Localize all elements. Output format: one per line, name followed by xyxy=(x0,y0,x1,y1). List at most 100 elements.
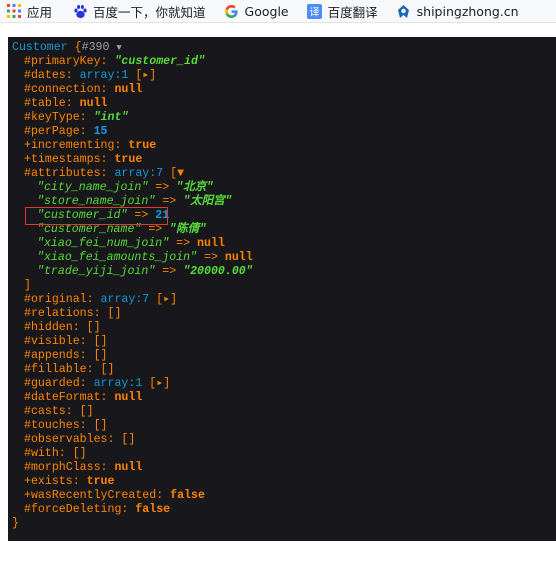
attribute-row: "customer_name" => "陈倩" xyxy=(12,223,253,237)
separator: : xyxy=(58,447,73,460)
property-row: #touches: [] xyxy=(12,419,253,433)
attribute-key: "trade_yiji_join" xyxy=(37,265,156,278)
separator: : xyxy=(100,167,115,180)
separator: : xyxy=(121,503,136,516)
expand-toggle-icon[interactable]: [▸] xyxy=(156,293,177,306)
var-dump-panel: Customer {#390 ▼ #primaryKey: "customer_… xyxy=(8,37,556,541)
separator: : xyxy=(65,405,80,418)
property-key: +exists xyxy=(24,475,73,488)
property-value: [] xyxy=(93,419,108,432)
array-note: array:1 xyxy=(93,377,143,390)
bookmark-label: 应用 xyxy=(27,4,53,20)
property-row: #forceDeleting: false xyxy=(12,503,253,517)
property-value: 15 xyxy=(93,125,108,138)
open-brace: { xyxy=(74,41,82,54)
site-logo-icon xyxy=(396,3,412,19)
separator: : xyxy=(79,419,94,432)
property-value: [] xyxy=(93,335,108,348)
separator: => xyxy=(169,237,198,250)
property-value: [] xyxy=(72,447,87,460)
separator: : xyxy=(93,307,108,320)
property-key: #fillable xyxy=(24,363,87,376)
expand-toggle-icon[interactable]: [▸] xyxy=(135,69,156,82)
attribute-row: "trade_yiji_join" => "20000.00" xyxy=(12,265,253,279)
attribute-key: "city_name_join" xyxy=(37,181,149,194)
apps-grid-icon xyxy=(6,3,22,19)
translate-icon: 译 xyxy=(307,3,323,19)
attributes-close: ] xyxy=(24,279,31,292)
property-key: #dates xyxy=(24,69,66,82)
property-key: #forceDeleting xyxy=(24,503,122,516)
property-key: #primaryKey xyxy=(24,55,101,68)
bookmark-google[interactable]: Google xyxy=(218,0,295,22)
property-value: "int" xyxy=(93,111,129,124)
separator: : xyxy=(65,97,80,110)
property-key: #relations xyxy=(24,307,94,320)
attribute-row: "city_name_join" => "北京" xyxy=(12,181,253,195)
property-value: "customer_id" xyxy=(114,55,205,68)
expand-toggle-icon[interactable]: [▼ xyxy=(170,167,184,180)
separator: : xyxy=(79,335,94,348)
separator: : xyxy=(79,125,94,138)
property-key: #perPage xyxy=(24,125,80,138)
property-value: null xyxy=(114,461,143,474)
property-key: #with xyxy=(24,447,59,460)
bookmark-label: shipingzhong.cn xyxy=(416,3,519,19)
property-value: false xyxy=(170,489,205,502)
property-row: #dates: array:1 [▸] xyxy=(12,69,253,83)
separator: : xyxy=(114,139,129,152)
separator: : xyxy=(72,475,87,488)
property-key: #observables xyxy=(24,433,108,446)
collapse-toggle-icon[interactable]: ▼ xyxy=(116,43,121,53)
property-value: null xyxy=(114,391,143,404)
property-row: +incrementing: true xyxy=(12,139,253,153)
property-row: #dateFormat: null xyxy=(12,391,253,405)
separator: : xyxy=(100,83,115,96)
bookmark-label: 百度翻译 xyxy=(327,4,378,20)
property-key: #morphClass xyxy=(24,461,101,474)
property-row: #guarded: array:1 [▸] xyxy=(12,377,253,391)
attribute-key: "xiao_fei_num_join" xyxy=(37,237,170,250)
property-value: "北京" xyxy=(176,181,214,194)
separator: : xyxy=(107,433,122,446)
property-row: #hidden: [] xyxy=(12,321,253,335)
separator: : xyxy=(65,69,80,82)
property-row: #keyType: "int" xyxy=(12,111,253,125)
property-key: +timestamps xyxy=(24,153,101,166)
property-row: #observables: [] xyxy=(12,433,253,447)
attribute-row: "xiao_fei_num_join" => null xyxy=(12,237,253,251)
separator: : xyxy=(100,391,115,404)
property-key: #keyType xyxy=(24,111,80,124)
attribute-key: "xiao_fei_amounts_join" xyxy=(37,251,198,264)
property-key: #connection xyxy=(24,83,101,96)
array-note: array:1 xyxy=(79,69,129,82)
google-g-icon xyxy=(224,3,240,19)
bookmark-label: 百度一下，你就知道 xyxy=(93,4,206,20)
bookmark-baidu-translate[interactable]: 译 百度翻译 xyxy=(301,0,384,22)
property-value: null xyxy=(114,83,143,96)
property-value: true xyxy=(114,153,143,166)
property-value: null xyxy=(224,251,253,264)
property-key: #attributes xyxy=(24,167,101,180)
property-key: +wasRecentlyCreated xyxy=(24,489,157,502)
property-row: #perPage: 15 xyxy=(12,125,253,139)
svg-text:译: 译 xyxy=(310,6,320,18)
property-value: false xyxy=(135,503,171,516)
close-brace: } xyxy=(12,517,19,530)
property-value: [] xyxy=(121,433,136,446)
array-note: array:7 xyxy=(114,167,164,180)
property-value: [] xyxy=(79,405,94,418)
property-value: true xyxy=(86,475,115,488)
property-value: [] xyxy=(93,349,108,362)
property-row: #original: array:7 [▸] xyxy=(12,293,253,307)
highlight-box xyxy=(25,207,168,225)
bookmark-apps[interactable]: 应用 xyxy=(0,0,58,22)
property-key: #hidden xyxy=(24,321,73,334)
expand-toggle-icon[interactable]: [▸] xyxy=(149,377,170,390)
property-value: true xyxy=(128,139,157,152)
property-key: #table xyxy=(24,97,66,110)
bookmark-baidu[interactable]: 百度一下，你就知道 xyxy=(66,0,212,22)
property-value: [] xyxy=(86,321,101,334)
property-value: "陈倩" xyxy=(169,223,207,236)
bookmark-shipingzhong[interactable]: shipingzhong.cn xyxy=(390,0,525,22)
